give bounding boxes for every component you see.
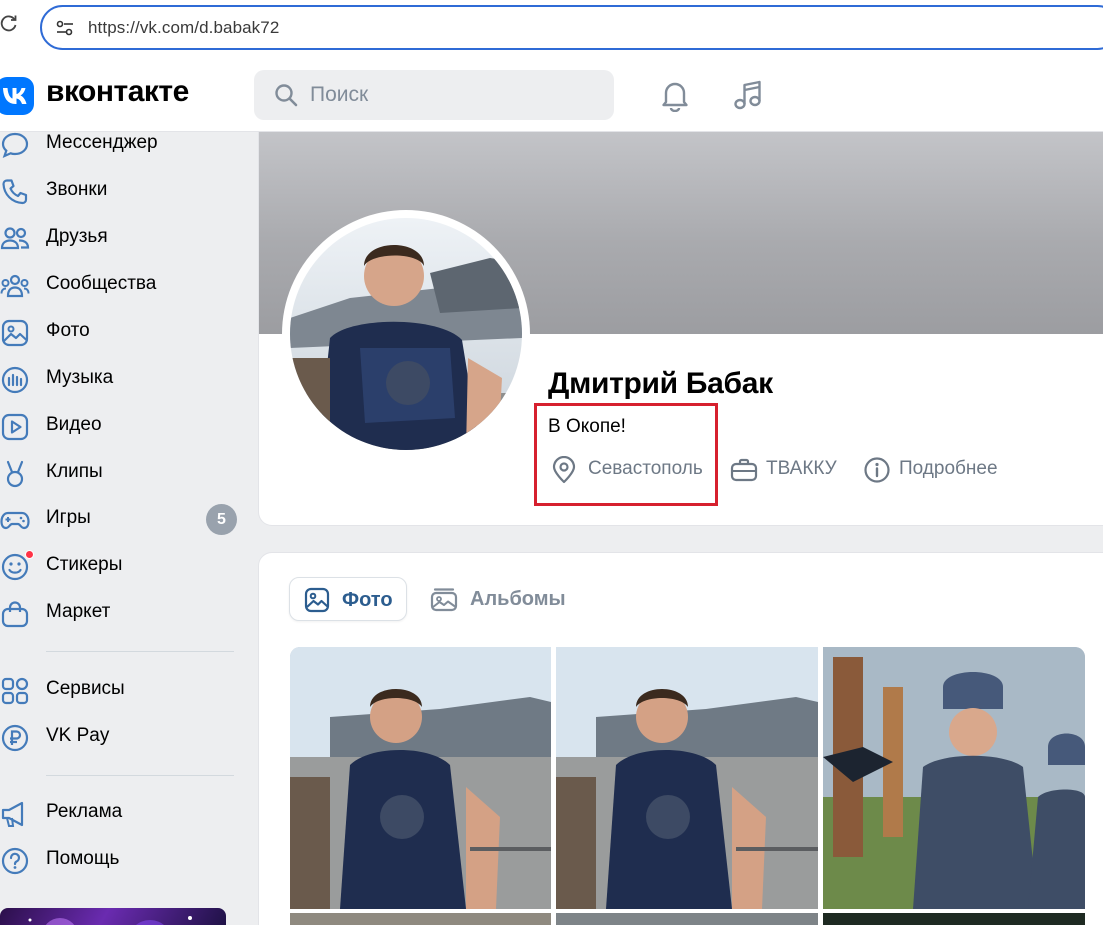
promo-banner[interactable] <box>0 908 226 925</box>
bell-icon[interactable] <box>658 78 692 113</box>
clips-icon <box>0 459 30 489</box>
url-text: https://vk.com/d.babak72 <box>88 18 280 37</box>
photo-thumbnail[interactable] <box>556 913 818 925</box>
tab-albums[interactable]: Альбомы <box>428 577 578 621</box>
sidebar-item-help[interactable]: Помощь <box>0 840 240 880</box>
sidebar-divider <box>46 775 234 776</box>
briefcase-icon <box>730 456 758 484</box>
sidebar-item-music[interactable]: Музыка <box>0 359 240 399</box>
sidebar-item-messenger[interactable]: Мессенджер <box>0 124 240 164</box>
sidebar-item-calls[interactable]: Звонки <box>0 171 240 211</box>
vkpay-icon <box>0 723 30 753</box>
games-counter-badge: 5 <box>206 504 237 535</box>
sidebar-divider <box>46 651 234 652</box>
photo-icon <box>304 587 330 613</box>
photo-thumbnail[interactable] <box>823 647 1085 909</box>
sidebar-item-communities[interactable]: Сообщества <box>0 265 240 305</box>
sidebar-item-video[interactable]: Видео <box>0 406 240 446</box>
help-icon <box>0 846 30 876</box>
market-icon <box>0 599 30 629</box>
friends-icon <box>0 224 30 254</box>
profile-name: Дмитрий Бабак <box>548 367 773 400</box>
sidebar-item-market[interactable]: Маркет <box>0 593 240 633</box>
sidebar-item-games[interactable]: Игры 5 <box>0 499 240 539</box>
photo-thumbnail[interactable] <box>290 913 551 925</box>
annotation-highlight <box>534 403 718 506</box>
sidebar-item-services[interactable]: Сервисы <box>0 670 240 710</box>
site-settings-icon[interactable] <box>54 17 76 39</box>
browser-toolbar: https://vk.com/d.babak72 <box>0 0 1103 57</box>
reload-icon[interactable] <box>0 14 20 38</box>
search-box[interactable] <box>254 70 614 120</box>
phone-icon <box>0 177 30 207</box>
services-icon <box>0 676 30 706</box>
video-icon <box>0 412 30 442</box>
music-note-icon[interactable] <box>731 78 765 112</box>
profile-more-button[interactable]: Подробнее <box>863 453 1013 485</box>
messenger-icon <box>0 130 30 160</box>
search-input[interactable] <box>310 82 600 108</box>
sidebar-item-vkpay[interactable]: VK Pay <box>0 717 240 757</box>
sidebar-item-clips[interactable]: Клипы <box>0 453 240 493</box>
sidebar-item-friends[interactable]: Друзья <box>0 218 240 258</box>
photo-thumbnail[interactable] <box>556 647 818 909</box>
info-icon <box>863 456 891 484</box>
photo-thumbnail[interactable] <box>823 913 1085 925</box>
gamepad-icon <box>0 505 30 535</box>
new-indicator-dot <box>25 550 34 559</box>
tab-photos[interactable]: Фото <box>289 577 407 621</box>
vk-wordmark[interactable]: вконтакте <box>46 75 189 109</box>
left-sidebar: Мессенджер Звонки Друзья Сообщества Фото… <box>0 132 250 925</box>
vk-header: вконтакте <box>0 57 1103 132</box>
photo-icon <box>0 318 30 348</box>
vk-logo-icon[interactable] <box>0 77 34 115</box>
photo-thumbnail[interactable] <box>290 647 551 909</box>
music-bars-icon <box>0 365 30 395</box>
profile-work[interactable]: ТВАККУ <box>730 453 850 485</box>
ads-icon <box>0 799 30 829</box>
sidebar-item-stickers[interactable]: Стикеры <box>0 546 240 586</box>
search-icon <box>275 84 298 107</box>
albums-icon <box>430 586 458 612</box>
sidebar-item-photo[interactable]: Фото <box>0 312 240 352</box>
profile-avatar[interactable] <box>290 218 522 450</box>
sidebar-item-ads[interactable]: Реклама <box>0 793 240 833</box>
communities-icon <box>0 271 30 301</box>
address-bar[interactable]: https://vk.com/d.babak72 <box>40 5 1103 50</box>
